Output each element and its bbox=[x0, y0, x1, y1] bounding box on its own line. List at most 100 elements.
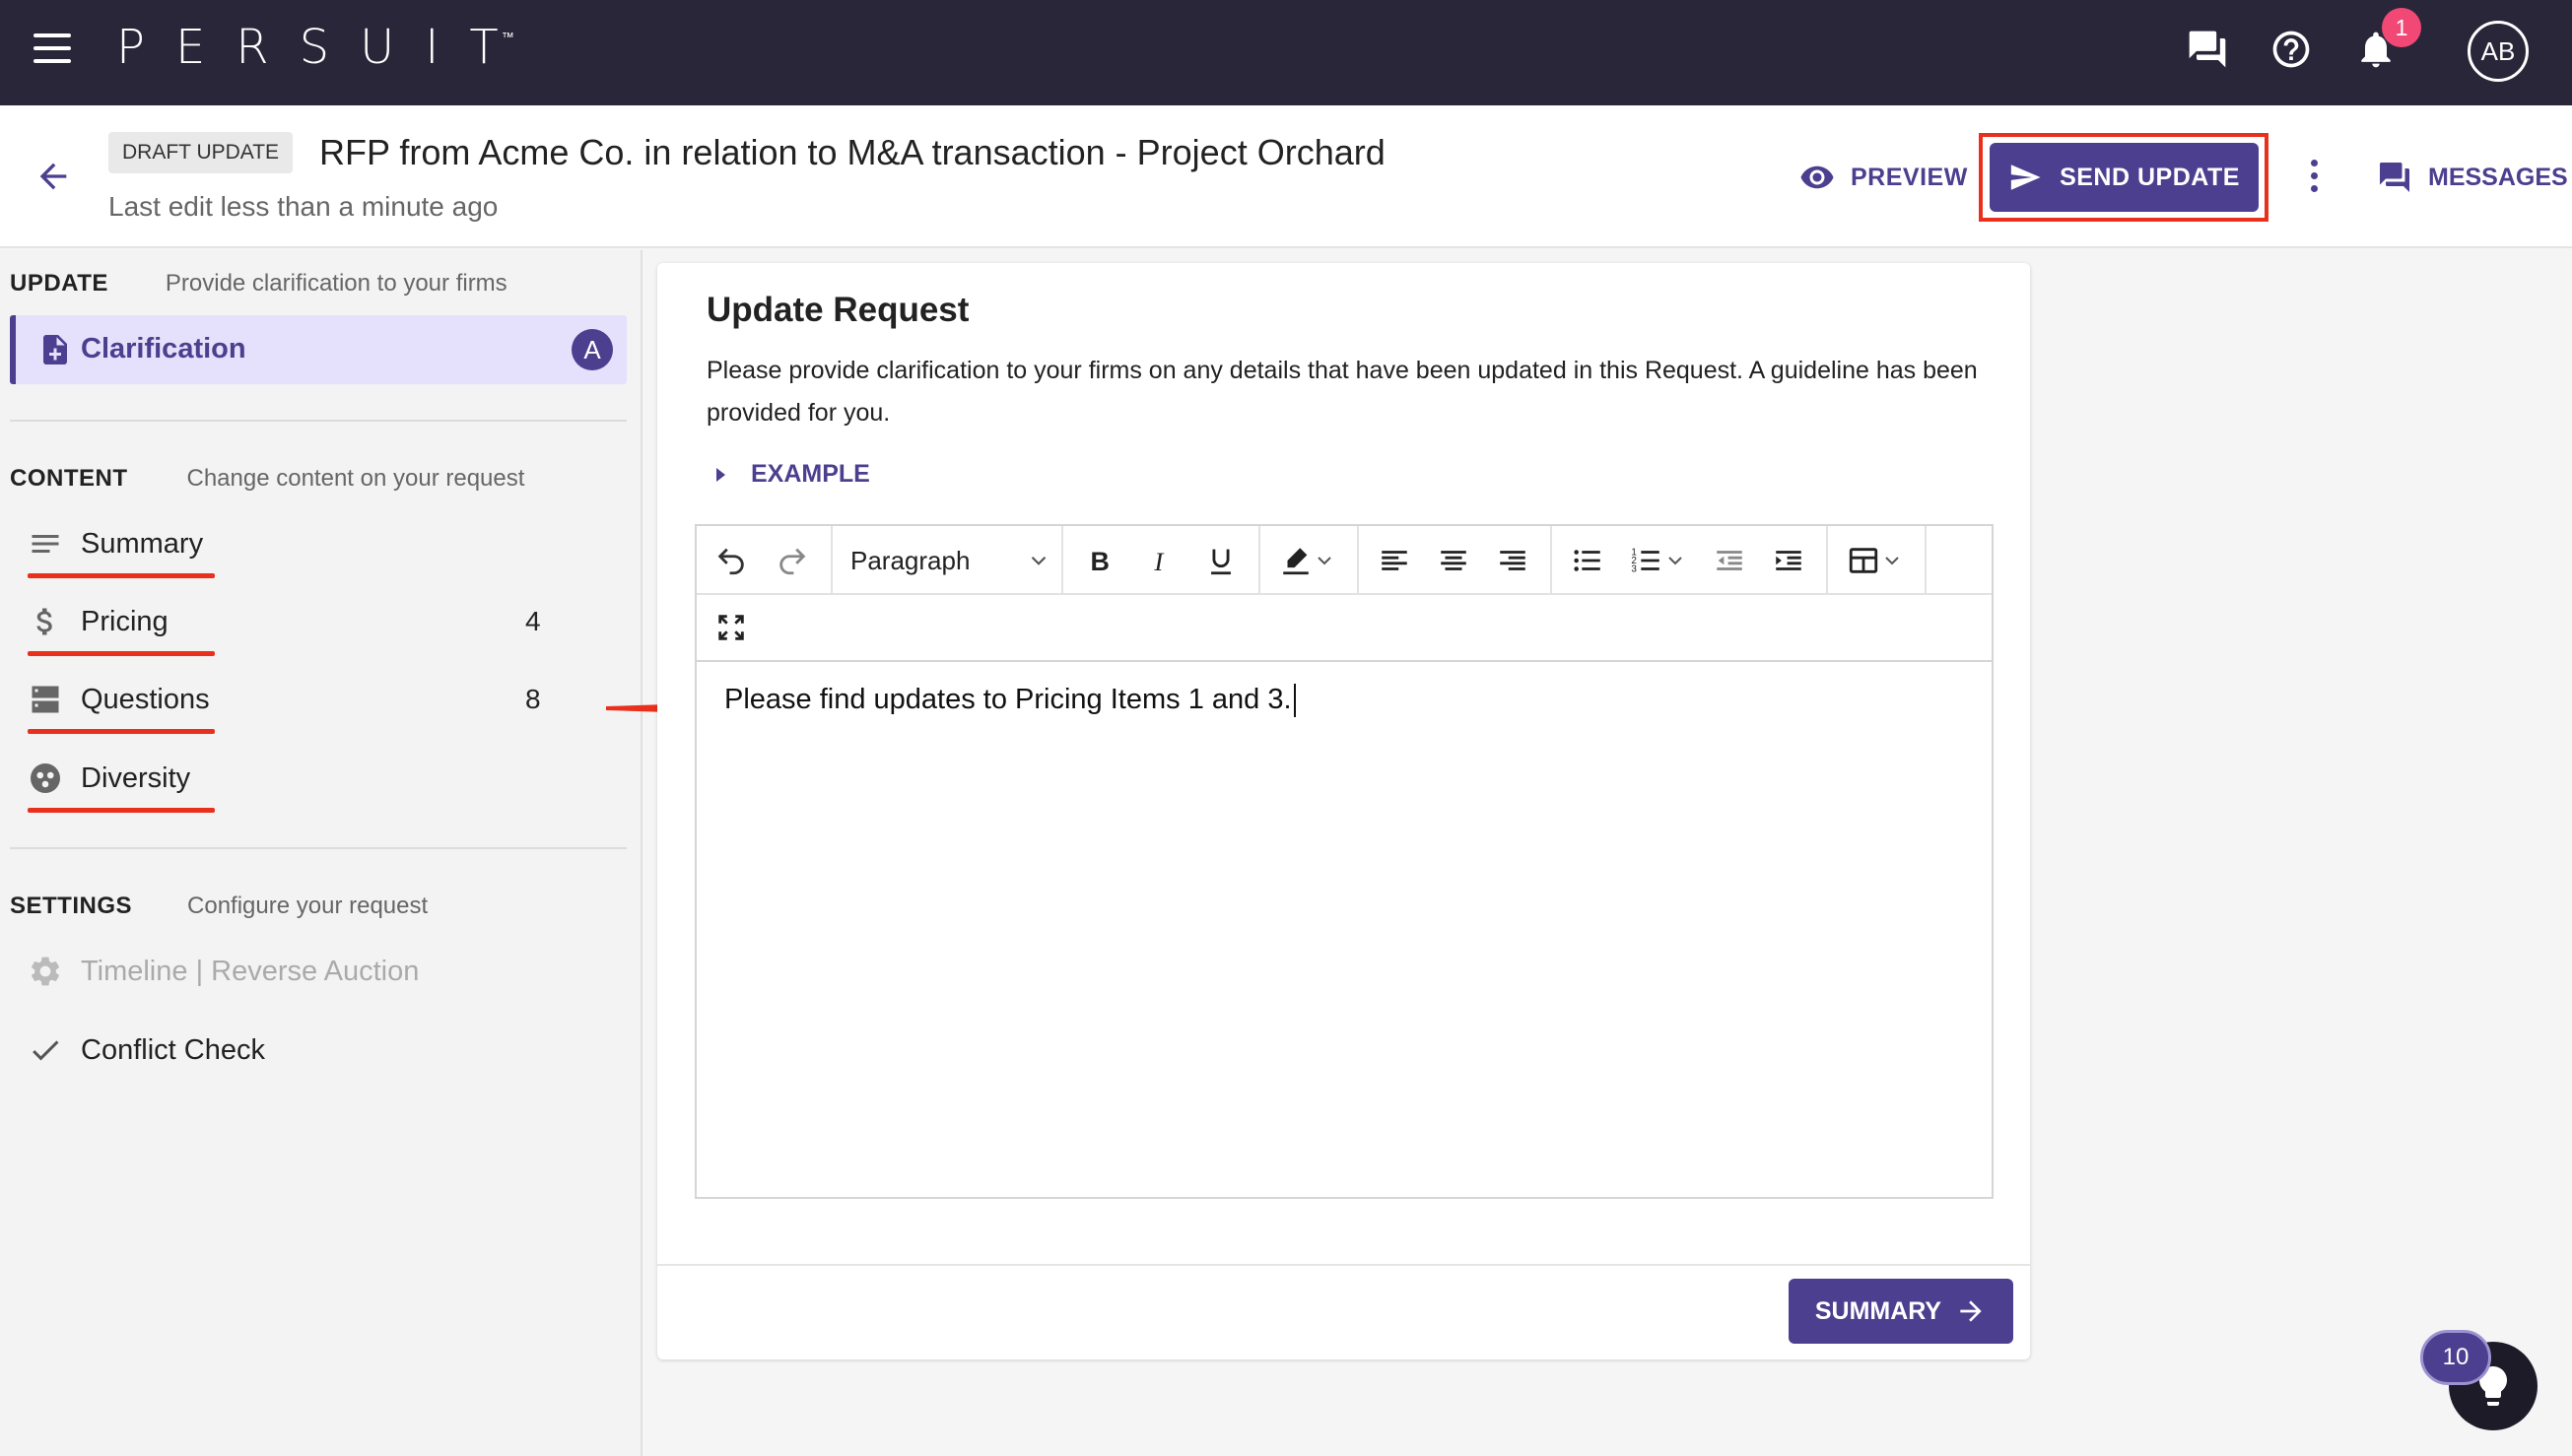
server-icon bbox=[32, 686, 59, 713]
table-icon[interactable] bbox=[1836, 536, 1915, 585]
preview-label: PREVIEW bbox=[1851, 163, 1968, 191]
underline-icon[interactable] bbox=[1193, 536, 1249, 585]
summary-button[interactable]: SUMMARY bbox=[1789, 1279, 2013, 1344]
update-request-card: Update Request Please provide clarificat… bbox=[657, 263, 2030, 1359]
svg-text:B: B bbox=[1091, 547, 1110, 576]
indent-icon[interactable] bbox=[1761, 536, 1816, 585]
help-count-badge: 10 bbox=[2420, 1330, 2491, 1385]
editor-toolbar: Paragraph B I 1 2 3 bbox=[697, 526, 1992, 595]
block-format-select[interactable]: Paragraph bbox=[837, 536, 1051, 585]
sidebar-item-clarification[interactable]: Clarification A bbox=[10, 315, 627, 384]
example-toggle[interactable]: EXAMPLE bbox=[716, 460, 870, 489]
divider bbox=[10, 847, 627, 849]
caret-right-icon bbox=[716, 467, 725, 482]
text-caret bbox=[1293, 684, 1296, 718]
last-edit-timestamp: Last edit less than a minute ago bbox=[108, 191, 499, 222]
arrow-right-icon bbox=[1960, 1300, 1982, 1322]
divider bbox=[10, 420, 627, 422]
sidebar-item-label: Conflict Check bbox=[81, 1034, 265, 1066]
chevron-down-icon bbox=[1668, 557, 1682, 565]
chat-icon bbox=[2380, 163, 2409, 192]
diversity-icon bbox=[31, 763, 60, 793]
bold-icon[interactable]: B bbox=[1071, 536, 1126, 585]
chat-icon[interactable] bbox=[2186, 28, 2229, 71]
toolbar-separator bbox=[1357, 526, 1359, 593]
outdent-icon[interactable] bbox=[1702, 536, 1757, 585]
sidebar-item-label: Pricing bbox=[81, 606, 169, 637]
sidebar-item-questions[interactable]: Questions 8 bbox=[28, 670, 609, 734]
status-badge: A bbox=[572, 329, 613, 370]
page-title: RFP from Acme Co. in relation to M&A tra… bbox=[319, 132, 1386, 172]
red-underline bbox=[28, 651, 215, 656]
lines-icon bbox=[32, 535, 59, 553]
card-description: Please provide clarification to your fir… bbox=[707, 357, 1978, 427]
toolbar-separator bbox=[1061, 526, 1063, 593]
bullet-list-icon[interactable] bbox=[1560, 536, 1615, 585]
sidebar-item-label: Diversity bbox=[81, 762, 191, 794]
rich-text-editor: Paragraph B I 1 2 3 Please find updates … bbox=[695, 524, 1994, 1199]
top-navigation-bar: PERSUIT™ 1 AB bbox=[0, 0, 2572, 105]
fullscreen-icon[interactable] bbox=[707, 603, 756, 652]
align-center-icon[interactable] bbox=[1426, 536, 1481, 585]
more-options-icon[interactable] bbox=[2302, 157, 2326, 196]
user-avatar[interactable]: AB bbox=[2468, 21, 2529, 82]
eye-icon bbox=[1800, 165, 1834, 189]
summary-label: SUMMARY bbox=[1814, 1296, 1942, 1325]
red-underline bbox=[28, 808, 215, 813]
red-underline bbox=[28, 573, 215, 578]
sidebar-item-timeline: Timeline | Reverse Auction bbox=[28, 942, 609, 1001]
highlight-color-icon[interactable] bbox=[1268, 536, 1347, 585]
redo-icon[interactable] bbox=[768, 536, 817, 585]
editor-content[interactable]: Please find updates to Pricing Items 1 a… bbox=[724, 684, 1296, 718]
sidebar-item-label: Timeline | Reverse Auction bbox=[81, 956, 420, 987]
sidebar-item-diversity[interactable]: Diversity bbox=[28, 749, 609, 813]
send-update-label: SEND UPDATE bbox=[2060, 163, 2240, 191]
messages-label: MESSAGES bbox=[2428, 163, 2568, 191]
chevron-down-icon bbox=[1318, 557, 1331, 565]
red-underline bbox=[28, 729, 215, 734]
italic-icon[interactable]: I bbox=[1132, 536, 1187, 585]
align-right-icon[interactable] bbox=[1485, 536, 1540, 585]
chevron-down-icon bbox=[1031, 556, 1047, 565]
update-section-header: UPDATE Provide clarification to your firm… bbox=[10, 270, 508, 297]
sidebar-item-conflict-check[interactable]: Conflict Check bbox=[28, 1021, 609, 1080]
divider bbox=[657, 1264, 2030, 1266]
request-header: DRAFT UPDATE RFP from Acme Co. in relati… bbox=[0, 105, 2572, 248]
messages-button[interactable]: MESSAGES bbox=[2377, 158, 2568, 197]
example-label: EXAMPLE bbox=[751, 460, 870, 488]
back-arrow-icon[interactable] bbox=[34, 157, 73, 196]
item-count: 8 bbox=[525, 684, 541, 714]
notification-count-badge: 1 bbox=[2382, 8, 2421, 47]
toolbar-separator bbox=[831, 526, 833, 593]
help-icon[interactable] bbox=[2269, 28, 2313, 71]
content-section-header: CONTENT Change content on your request bbox=[10, 465, 525, 492]
gear-icon bbox=[31, 957, 60, 986]
check-icon bbox=[33, 1040, 59, 1061]
menu-icon[interactable] bbox=[34, 33, 71, 63]
send-icon bbox=[2010, 165, 2041, 190]
svg-text:I: I bbox=[1153, 547, 1165, 576]
card-title: Update Request bbox=[707, 291, 970, 329]
chevron-down-icon bbox=[1885, 557, 1899, 565]
preview-button[interactable]: PREVIEW bbox=[1799, 158, 1968, 197]
align-left-icon[interactable] bbox=[1367, 536, 1422, 585]
item-count: 4 bbox=[525, 606, 541, 636]
toolbar-separator bbox=[1258, 526, 1260, 593]
editor-toolbar-secondary bbox=[697, 595, 1992, 662]
toolbar-separator bbox=[1826, 526, 1828, 593]
sidebar: UPDATE Provide clarification to your firm… bbox=[0, 250, 643, 1456]
sidebar-item-label: Clarification bbox=[81, 333, 246, 364]
numbered-list-icon[interactable]: 123 bbox=[1619, 536, 1698, 585]
sidebar-item-label: Questions bbox=[81, 684, 210, 715]
toolbar-separator bbox=[1925, 526, 1927, 593]
status-badge: DRAFT UPDATE bbox=[108, 132, 294, 173]
settings-section-header: SETTINGS Configure your request bbox=[10, 893, 429, 919]
persuit-logo[interactable]: PERSUIT™ bbox=[116, 20, 542, 75]
sidebar-item-pricing[interactable]: Pricing 4 bbox=[28, 592, 609, 656]
sidebar-item-summary[interactable]: Summary bbox=[28, 514, 609, 578]
toolbar-separator bbox=[1550, 526, 1552, 593]
send-update-button[interactable]: SEND UPDATE bbox=[1990, 143, 2259, 212]
add-document-icon bbox=[43, 335, 67, 364]
sidebar-item-label: Summary bbox=[81, 528, 204, 560]
undo-icon[interactable] bbox=[707, 536, 756, 585]
